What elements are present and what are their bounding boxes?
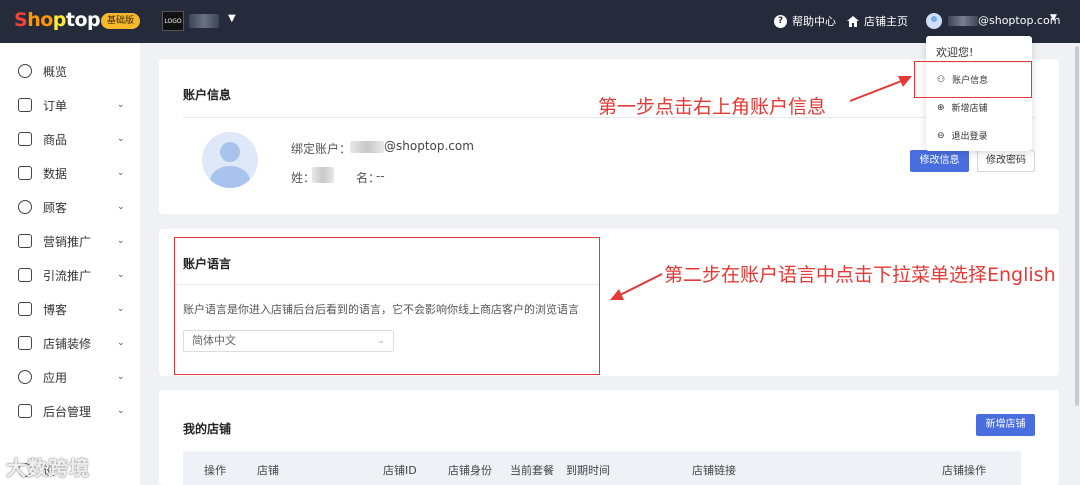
customer-icon — [18, 200, 32, 214]
home-icon — [847, 15, 859, 27]
dropdown-item-label: 退出登录 — [951, 132, 988, 142]
chevron-down-icon: ⌄ — [117, 134, 125, 144]
sidebar-item-decoration[interactable]: 店铺装修 ⌄ — [0, 326, 140, 360]
shoptop-logo[interactable]: Shoptop — [14, 9, 101, 31]
highlight-box-account-info — [914, 61, 1032, 98]
email-blurred — [948, 16, 978, 26]
dropdown-item-add-store[interactable]: ⊕ 新增店铺 — [937, 101, 988, 115]
account-info-title: 账户信息 — [183, 88, 232, 102]
sidebar-item-label: 商品 — [43, 132, 68, 147]
store-home-label: 店铺主页 — [864, 15, 908, 28]
order-icon — [18, 98, 32, 112]
blog-icon — [18, 302, 32, 316]
decoration-icon — [18, 336, 32, 350]
traffic-icon — [18, 268, 32, 282]
user-email[interactable]: @shoptop.com — [978, 14, 1060, 27]
chevron-down-icon: ⌄ — [117, 304, 125, 314]
chevron-down-icon: ⌄ — [117, 338, 125, 348]
chevron-down-icon: ⌄ — [117, 406, 125, 416]
sidebar-item-label: 店铺装修 — [43, 336, 92, 351]
chart-icon — [18, 166, 32, 180]
help-icon: ? — [774, 14, 787, 28]
highlight-box-account-language — [174, 237, 600, 375]
column-header: 店铺ID — [383, 464, 417, 477]
store-switch-caret-icon[interactable]: ▼ — [228, 13, 236, 24]
chevron-down-icon: ⌄ — [117, 168, 125, 178]
sidebar-item-blog[interactable]: 博客 ⌄ — [0, 292, 140, 326]
compass-icon — [18, 64, 32, 78]
sidebar-item-label: 营销推广 — [43, 234, 92, 249]
bound-account-label: 绑定账户： — [291, 142, 352, 156]
chevron-down-icon: ⌄ — [117, 236, 125, 246]
apps-icon — [18, 370, 32, 384]
account-avatar — [202, 132, 258, 188]
sidebar-item-products[interactable]: 商品 ⌄ — [0, 122, 140, 156]
sidebar-item-label: 订单 — [43, 98, 68, 113]
column-header: 到期时间 — [566, 464, 610, 477]
column-header: 店铺操作 — [942, 464, 986, 477]
chevron-down-icon: ⌄ — [117, 372, 125, 382]
change-password-button[interactable]: 修改密码 — [977, 150, 1035, 172]
plan-badge: 基础版 — [101, 13, 141, 29]
sidebar-item-label: 引流推广 — [43, 268, 92, 283]
sidebar-item-label: 后台管理 — [43, 404, 92, 419]
annotation-step1: 第一步点击右上角账户信息 — [598, 96, 827, 118]
edit-info-button[interactable]: 修改信息 — [910, 150, 969, 172]
sidebar-item-apps[interactable]: 应用 ⌄ — [0, 360, 140, 394]
chevron-down-icon: ⌄ — [117, 270, 125, 280]
dropdown-item-logout[interactable]: ⊖ 退出登录 — [937, 129, 988, 143]
sidebar-item-marketing[interactable]: 营销推广 ⌄ — [0, 224, 140, 258]
sidebar-item-customers[interactable]: 顾客 ⌄ — [0, 190, 140, 224]
sidebar-item-label: 概览 — [43, 64, 68, 79]
store-name-blurred[interactable] — [189, 14, 219, 28]
scrollbar-thumb[interactable] — [1075, 46, 1079, 406]
sidebar: 概览 订单 ⌄ 商品 ⌄ 数据 ⌄ 顾客 ⌄ 营销推广 ⌄ 引流推广 ⌄ 博客 … — [0, 43, 140, 485]
help-center-label: 帮助中心 — [792, 15, 836, 28]
arrow-icon — [849, 76, 912, 102]
column-header: 店铺链接 — [692, 464, 736, 477]
plus-circle-icon: ⊕ — [937, 102, 945, 113]
given-name-value: -- — [376, 169, 385, 183]
sidebar-item-orders[interactable]: 订单 ⌄ — [0, 88, 140, 122]
sidebar-item-label: 顾客 — [43, 200, 68, 215]
annotation-step2: 第二步在账户语言中点击下拉菜单选择English — [664, 264, 1056, 286]
watermark: 大数跨境 — [6, 456, 90, 480]
sidebar-item-admin[interactable]: 后台管理 ⌄ — [0, 394, 140, 428]
column-header: 操作 — [204, 464, 226, 477]
my-stores-title: 我的店铺 — [183, 422, 232, 436]
store-logo[interactable]: LOGO — [162, 11, 184, 31]
sidebar-item-label: 数据 — [43, 166, 68, 181]
user-avatar[interactable] — [926, 13, 942, 29]
store-home-link[interactable]: 店铺主页 — [847, 13, 908, 29]
chevron-down-icon: ⌄ — [117, 202, 125, 212]
column-header: 店铺 — [257, 464, 279, 477]
sidebar-item-data[interactable]: 数据 ⌄ — [0, 156, 140, 190]
column-header: 店铺身份 — [448, 464, 492, 477]
arrow-icon — [610, 273, 663, 300]
product-icon — [18, 132, 32, 146]
column-header: 当前套餐 — [510, 464, 554, 477]
marketing-icon — [18, 234, 32, 248]
sidebar-item-label: 应用 — [43, 370, 68, 385]
dropdown-welcome: 欢迎您! — [936, 46, 974, 59]
bound-account-email: @shoptop.com — [384, 139, 474, 153]
help-center-link[interactable]: ? 帮助中心 — [774, 13, 836, 29]
sidebar-item-overview[interactable]: 概览 — [0, 54, 140, 88]
sidebar-item-label: 博客 — [43, 302, 68, 317]
logout-icon: ⊖ — [937, 130, 945, 141]
dropdown-item-label: 新增店铺 — [951, 104, 988, 114]
email-blurred — [350, 141, 384, 153]
admin-icon — [18, 404, 32, 418]
surname-blurred — [312, 167, 334, 183]
chevron-down-icon[interactable]: ▼ — [1050, 13, 1057, 23]
chevron-down-icon: ⌄ — [117, 100, 125, 110]
sidebar-item-traffic[interactable]: 引流推广 ⌄ — [0, 258, 140, 292]
add-store-button[interactable]: 新增店铺 — [976, 414, 1035, 436]
